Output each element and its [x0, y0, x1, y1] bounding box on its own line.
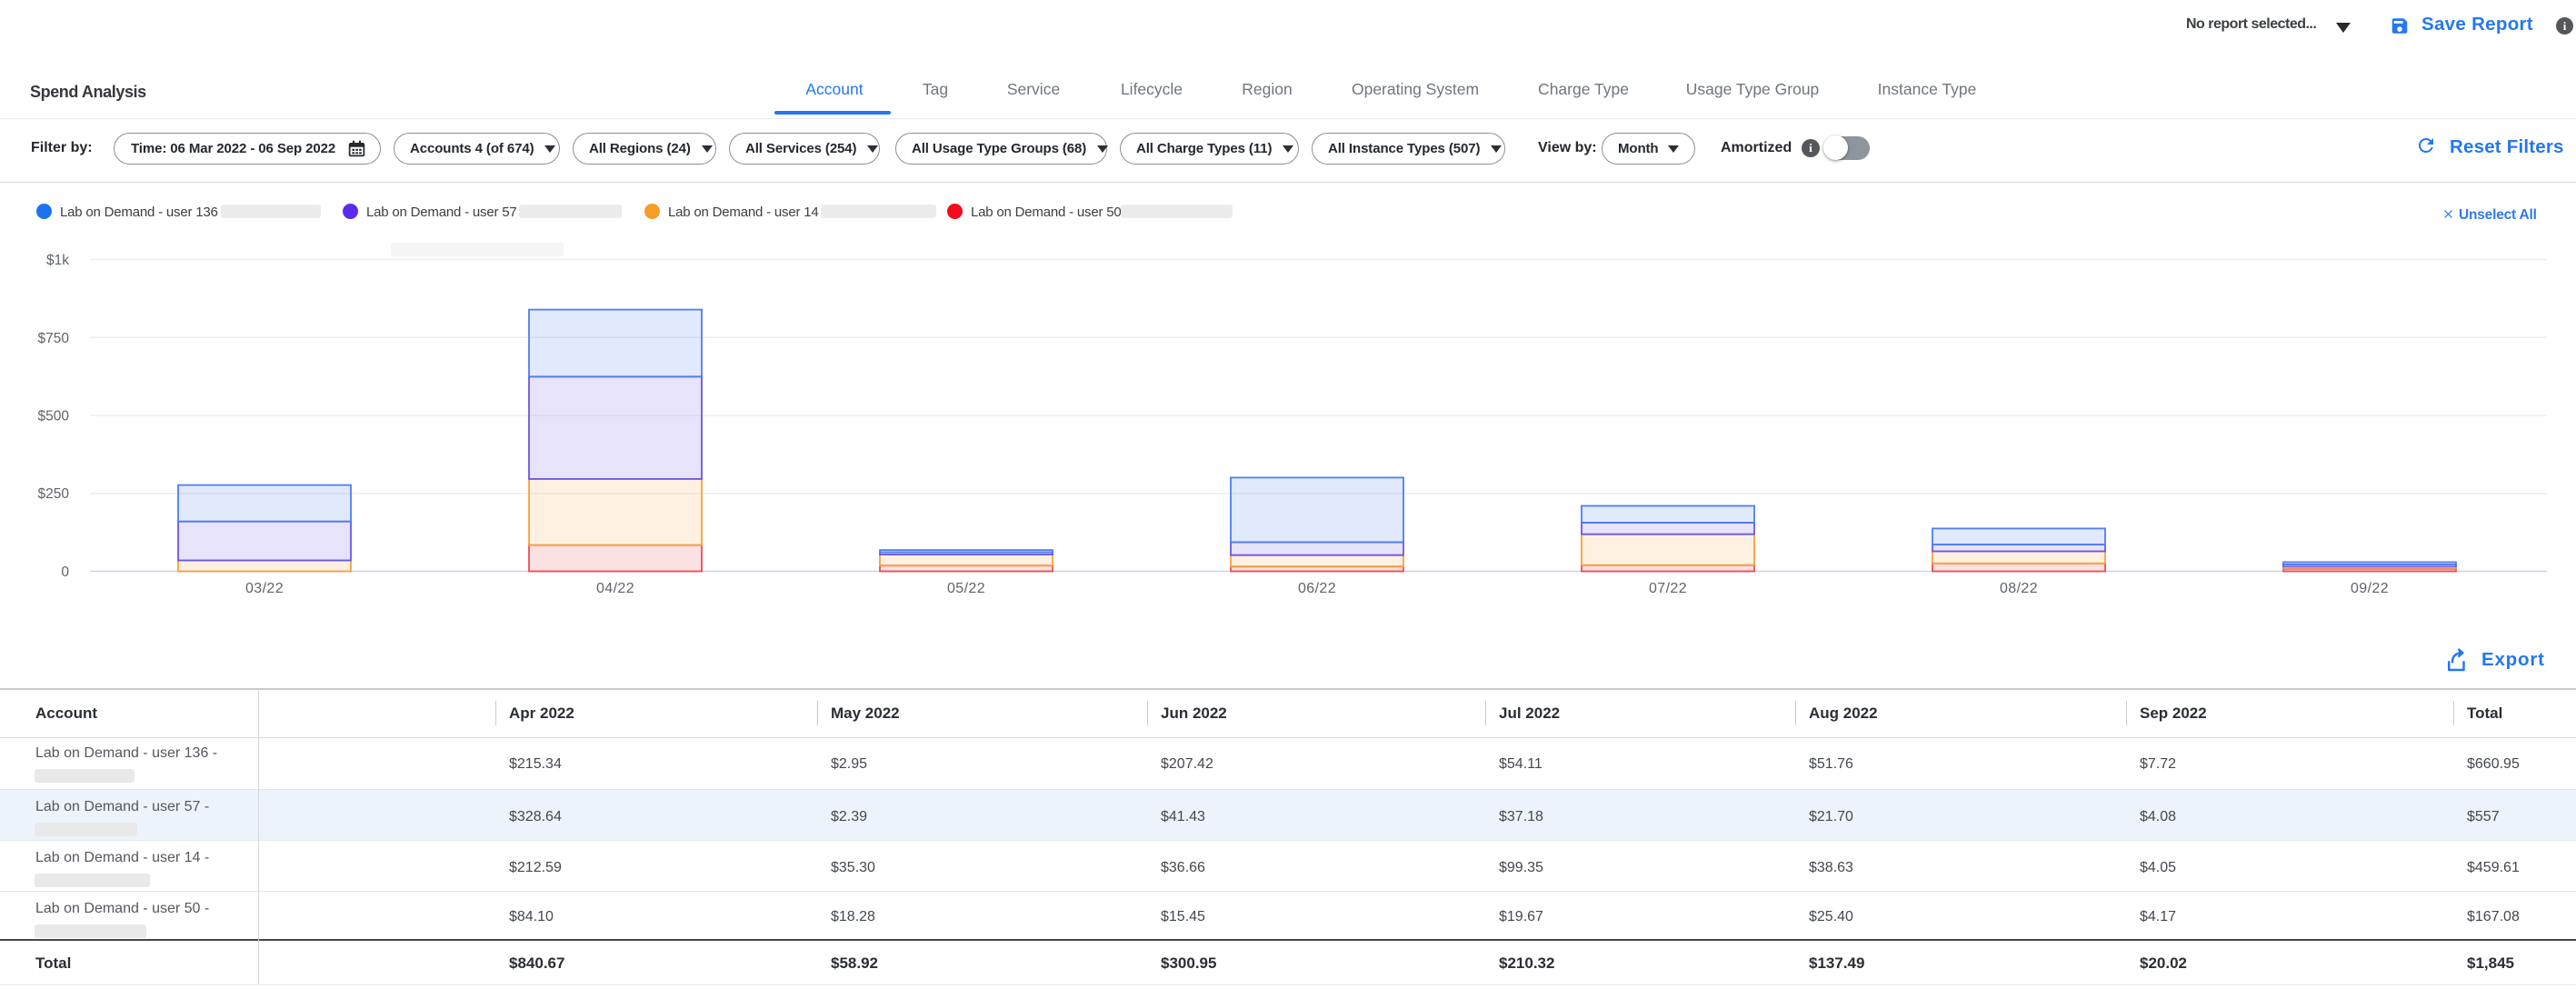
- svg-text:$250: $250: [38, 486, 70, 502]
- svg-text:03/22: 03/22: [245, 581, 284, 596]
- svg-text:$500: $500: [38, 409, 70, 425]
- svg-text:07/22: 07/22: [1649, 581, 1687, 596]
- svg-text:04/22: 04/22: [596, 581, 634, 596]
- svg-text:0: 0: [61, 564, 69, 580]
- svg-text:$750: $750: [38, 331, 70, 346]
- svg-text:09/22: 09/22: [2351, 581, 2389, 596]
- svg-text:05/22: 05/22: [947, 581, 985, 596]
- svg-text:$1k: $1k: [46, 253, 69, 268]
- svg-text:08/22: 08/22: [2000, 581, 2038, 596]
- svg-text:06/22: 06/22: [1298, 581, 1336, 596]
